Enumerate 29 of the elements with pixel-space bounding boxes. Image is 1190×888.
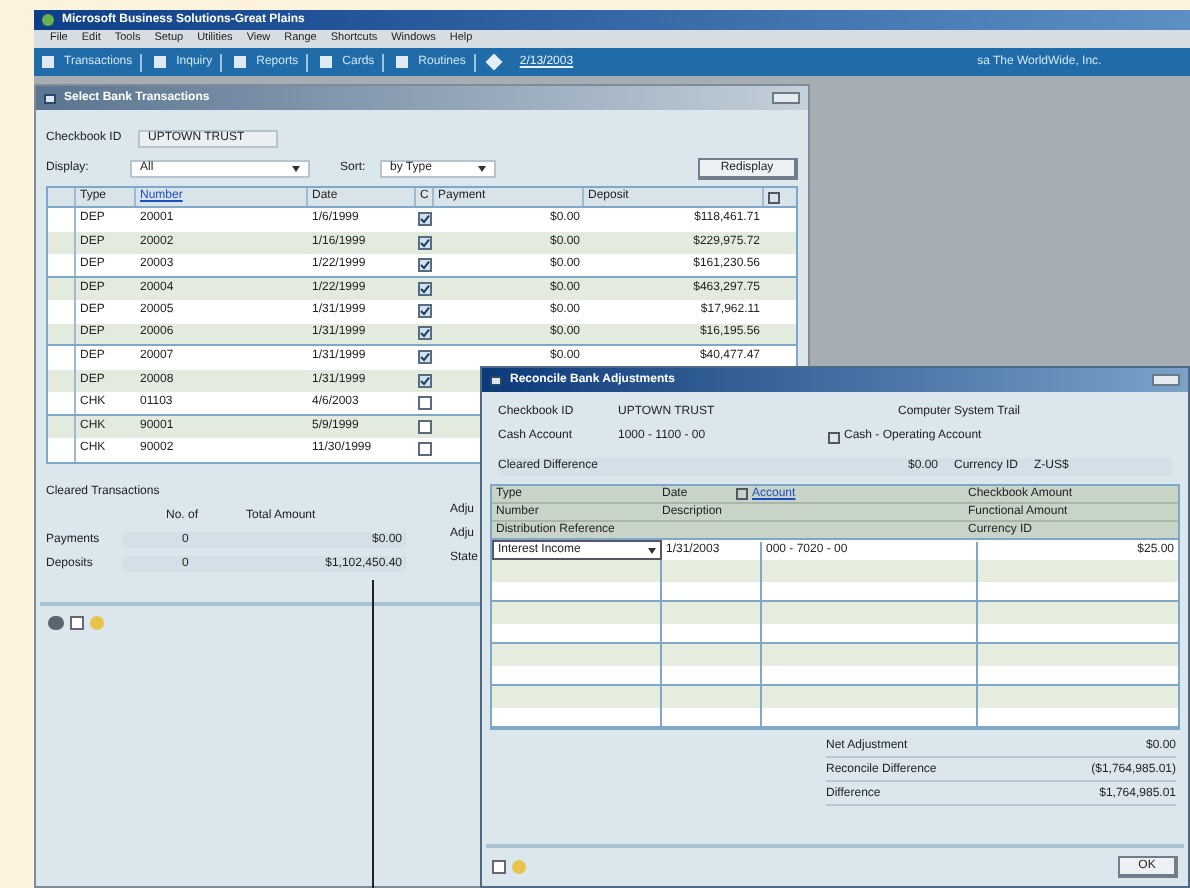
note-icon[interactable] [70,615,84,629]
checkbox[interactable] [418,235,432,250]
caret-icon [478,166,486,172]
checkbox[interactable] [418,257,432,272]
note-icon[interactable] [492,860,506,874]
lookup-icon[interactable] [736,488,748,500]
toolbar-icon [320,56,333,68]
toolbar-icon [42,56,54,68]
expand-icon[interactable] [768,191,780,203]
checkbox[interactable] [418,326,432,341]
toolbar-icon [396,56,409,68]
toolbar-icon [234,56,247,68]
app-icon [42,14,54,26]
checkbox[interactable] [418,304,432,319]
checkbox[interactable] [418,442,432,457]
checkbox[interactable] [418,395,432,410]
caret-icon [648,547,656,553]
checkbox[interactable] [418,373,432,388]
lookup-icon[interactable] [828,431,840,443]
checkbox[interactable] [418,350,432,365]
checkbox[interactable] [418,281,432,296]
window-icon [490,375,502,385]
caret-icon [292,166,300,172]
checkbox[interactable] [418,419,432,434]
window-controls-icon[interactable] [772,92,800,104]
checkbox[interactable] [418,212,432,227]
toolbar-icon [154,56,167,68]
window-icon [44,93,56,103]
window-controls-icon[interactable] [1152,374,1180,386]
